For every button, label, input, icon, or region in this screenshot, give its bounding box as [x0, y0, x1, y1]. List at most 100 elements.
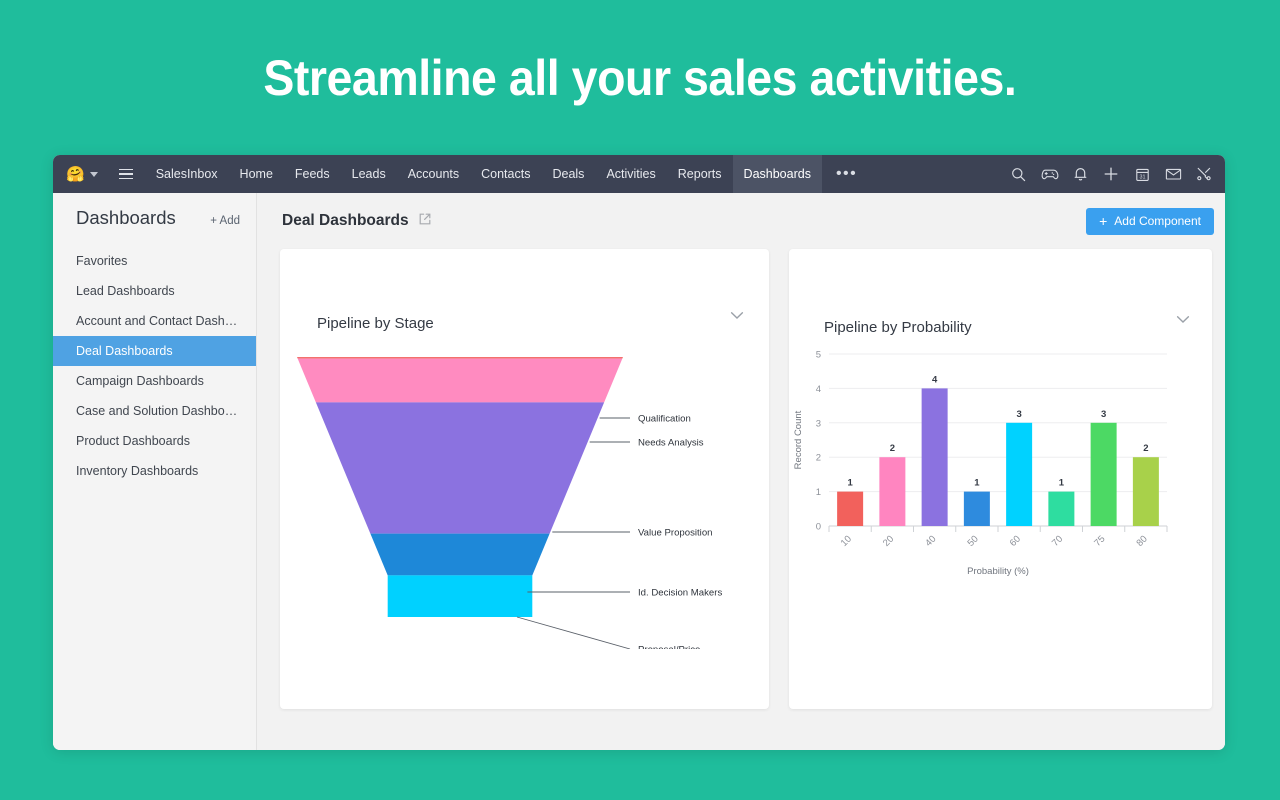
bar-chart: 0 1 2 3 4 5 1 10 2 20 4 40 1 50 3 60 1 70 3 75 2 80 Probabilit…	[789, 344, 1212, 614]
funnel-segment[interactable]	[387, 575, 533, 617]
sidebar-item-inventory-dashboards[interactable]: Inventory Dashboards	[53, 456, 256, 486]
bar-value-label: 4	[932, 374, 938, 385]
card-title-pipeline-by-probability: Pipeline by Probability	[824, 319, 972, 336]
plus-icon: +	[1099, 213, 1108, 229]
plus-icon[interactable]	[1098, 161, 1124, 187]
y-axis-tick-label: 5	[816, 350, 821, 361]
calendar-icon[interactable]: 31	[1129, 161, 1155, 187]
card-pipeline-by-probability: Pipeline by Probability 0 1 2 3 4 5 1 10 2 20 4 40 1…	[789, 249, 1212, 709]
nav-item-leads[interactable]: Leads	[341, 155, 397, 193]
bar[interactable]	[1132, 457, 1159, 526]
sidebar-item-lead-dashboards[interactable]: Lead Dashboards	[53, 276, 256, 306]
funnel-leader-line	[516, 616, 631, 649]
y-axis-tick-label: 4	[816, 384, 821, 395]
chevron-down-icon[interactable]	[730, 307, 744, 325]
main-content: Deal Dashboards + Add Component Pipeline…	[257, 193, 1225, 750]
card-title-pipeline-by-stage: Pipeline by Stage	[317, 315, 434, 332]
funnel-chart-svg: Qualification Needs Analysis Value Proposi…	[297, 357, 722, 650]
add-dashboard-button[interactable]: + Add	[210, 215, 240, 227]
marketing-banner: Streamline all your sales activities.	[0, 0, 1280, 155]
envelope-icon[interactable]	[1160, 161, 1186, 187]
chevron-down-icon	[89, 171, 98, 177]
nav-left-group: 🤗 SalesInbox Home Feeds Leads Accounts C…	[53, 155, 871, 193]
page-title: Deal Dashboards	[282, 212, 409, 229]
nav-item-contacts[interactable]: Contacts	[470, 155, 541, 193]
app-logo[interactable]: 🤗	[53, 155, 107, 193]
nav-item-reports[interactable]: Reports	[667, 155, 733, 193]
bar[interactable]	[1006, 422, 1033, 526]
bar-value-label: 3	[1016, 409, 1021, 420]
y-axis-tick-label: 1	[816, 487, 821, 498]
sidebar-item-account-contact-dashboards[interactable]: Account and Contact Dashbo...	[53, 306, 256, 336]
bar[interactable]	[837, 491, 864, 526]
sidebar-item-case-solution-dashboards[interactable]: Case and Solution Dashboards	[53, 396, 256, 426]
add-component-button[interactable]: + Add Component	[1086, 207, 1214, 235]
nav-item-dashboards[interactable]: Dashboards	[732, 155, 822, 193]
open-in-new-icon[interactable]	[418, 212, 432, 231]
bar-value-label: 2	[1143, 443, 1148, 454]
bar[interactable]	[921, 388, 948, 526]
funnel-segment[interactable]	[297, 357, 623, 359]
tools-icon[interactable]	[1191, 161, 1217, 187]
sidebar-item-campaign-dashboards[interactable]: Campaign Dashboards	[53, 366, 256, 396]
banner-headline: Streamline all your sales activities.	[263, 49, 1017, 106]
sidebar-item-favorites[interactable]: Favorites	[53, 246, 256, 276]
card-pipeline-by-stage: Pipeline by Stage Qualification Needs Ana…	[280, 249, 769, 709]
x-axis-tick-label: 70	[1050, 534, 1065, 549]
y-axis-tick-label: 2	[816, 453, 821, 464]
nav-item-feeds[interactable]: Feeds	[284, 155, 341, 193]
bar[interactable]	[1048, 491, 1075, 526]
sidebar-item-deal-dashboards[interactable]: Deal Dashboards	[53, 336, 256, 366]
nav-item-home[interactable]: Home	[229, 155, 284, 193]
funnel-segment[interactable]	[315, 402, 605, 534]
funnel-segment-label: Id. Decision Makers	[638, 588, 722, 599]
bar-value-label: 1	[974, 478, 980, 489]
crm-logo-icon: 🤗	[66, 165, 85, 183]
bar-chart-svg: 0 1 2 3 4 5 1 10 2 20 4 40 1 50 3 60 1 70 3 75 2 80 Probabilit…	[793, 350, 1168, 577]
screenshot-root: Streamline all your sales activities. 🤗 …	[0, 0, 1280, 800]
top-navigation-bar: 🤗 SalesInbox Home Feeds Leads Accounts C…	[53, 155, 1225, 193]
search-icon[interactable]	[1005, 161, 1031, 187]
x-axis-tick-label: 40	[923, 534, 938, 549]
funnel-segment[interactable]	[297, 358, 623, 403]
funnel-segment[interactable]	[370, 533, 550, 576]
app-window: 🤗 SalesInbox Home Feeds Leads Accounts C…	[53, 155, 1225, 750]
funnel-segment-label: Proposal/Price	[638, 645, 700, 650]
nav-overflow-menu[interactable]: •••	[822, 155, 871, 193]
bell-icon[interactable]	[1067, 161, 1093, 187]
nav-item-accounts[interactable]: Accounts	[397, 155, 470, 193]
x-axis-tick-label: 60	[1008, 534, 1023, 549]
funnel-segment-label: Qualification	[638, 414, 691, 425]
sidebar: Dashboards + Add Favorites Lead Dashboar…	[53, 193, 257, 750]
x-axis-tick-label: 80	[1134, 534, 1149, 549]
sidebar-title: Dashboards	[76, 207, 176, 228]
bar[interactable]	[963, 491, 990, 526]
x-axis-tick-label: 20	[881, 534, 896, 549]
hamburger-menu-icon[interactable]	[107, 155, 145, 193]
y-axis-tick-label: 0	[816, 522, 821, 533]
nav-icon-group: 31	[1005, 155, 1217, 193]
sidebar-item-product-dashboards[interactable]: Product Dashboards	[53, 426, 256, 456]
x-axis-tick-label: 75	[1092, 534, 1107, 549]
main-header: Deal Dashboards + Add Component	[257, 193, 1225, 249]
bar[interactable]	[1090, 422, 1117, 526]
y-axis-title: Record Count	[793, 410, 804, 469]
x-axis-tick-label: 50	[965, 534, 980, 549]
gamepad-icon[interactable]	[1036, 161, 1062, 187]
funnel-segment-label: Value Proposition	[638, 528, 713, 539]
bar[interactable]	[879, 457, 906, 526]
funnel-segment-label: Needs Analysis	[638, 438, 704, 449]
svg-text:31: 31	[1139, 174, 1145, 180]
nav-item-deals[interactable]: Deals	[541, 155, 595, 193]
bar-value-label: 1	[1059, 478, 1065, 489]
y-axis-tick-label: 3	[816, 418, 821, 429]
nav-item-activities[interactable]: Activities	[595, 155, 666, 193]
add-component-label: Add Component	[1114, 214, 1201, 228]
nav-item-salesinbox[interactable]: SalesInbox	[145, 155, 229, 193]
funnel-chart: Qualification Needs Analysis Value Proposi…	[280, 349, 769, 649]
app-body: Dashboards + Add Favorites Lead Dashboar…	[53, 193, 1225, 750]
bar-value-label: 1	[847, 478, 853, 489]
chevron-down-icon[interactable]	[1176, 311, 1190, 329]
x-axis-title: Probability (%)	[967, 566, 1029, 577]
bar-value-label: 3	[1101, 409, 1106, 420]
